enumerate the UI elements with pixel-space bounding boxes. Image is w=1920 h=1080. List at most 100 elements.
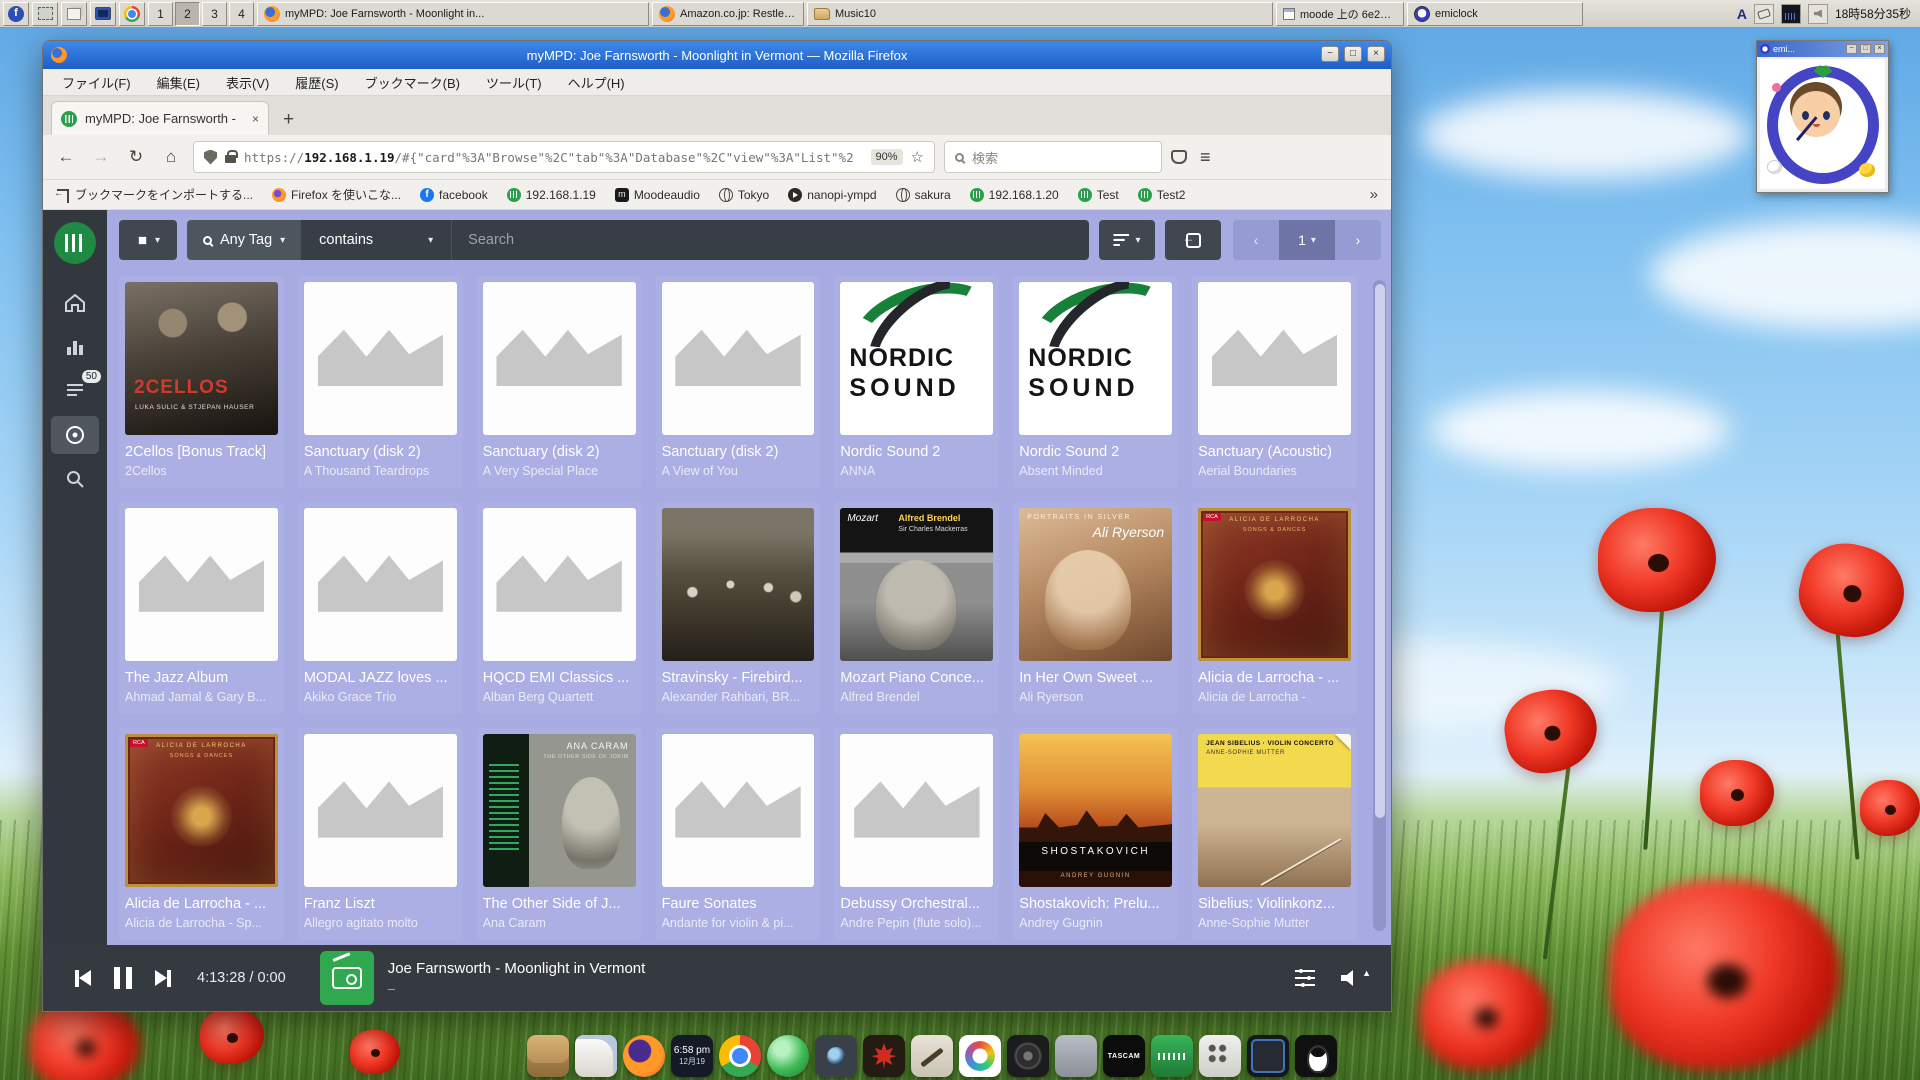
mympd-logo[interactable] [54,222,96,264]
album-card[interactable]: ANA CARAMTHE OTHER SIDE OF JOBIMThe Othe… [477,728,642,940]
sidebar-item-home[interactable] [51,284,99,322]
firefox-titlebar[interactable]: myMPD: Joe Farnsworth - Moonlight in Ver… [43,41,1391,69]
pause-button[interactable] [103,958,143,998]
dock-icon-file-manager[interactable] [575,1035,617,1077]
database-search-input[interactable]: Search [451,220,1089,260]
menu-item[interactable]: ファイル(F) [49,73,144,92]
bookmark-item[interactable]: Tokyo [719,186,769,203]
scrollbar-track[interactable] [1373,280,1386,931]
next-track-button[interactable] [143,958,183,998]
sidebar-item-browse[interactable] [51,416,99,454]
bookmark-item[interactable]: Test [1078,186,1119,203]
album-card[interactable]: Sanctuary (disk 2)A Very Special Place [477,276,642,488]
album-card[interactable]: ALICIA DE LARROCHASONGS & DANCESAlicia d… [1192,502,1357,714]
menu-item[interactable]: 編集(E) [144,73,213,92]
menu-item[interactable]: ツール(T) [473,73,555,92]
album-card[interactable]: PORTRAITS IN SILVERAli RyersonIn Her Own… [1013,502,1178,714]
taskbar-window-button[interactable]: Music10 [807,2,1273,26]
display-settings-launcher[interactable] [90,2,116,26]
album-card[interactable]: The Jazz AlbumAhmad Jamal & Gary B... [119,502,284,714]
dock-icon-archive[interactable] [527,1035,569,1077]
taskbar-window-button[interactable]: moode 上の 6e24-5d74__ [1276,2,1404,26]
album-card[interactable]: HQCD EMI Classics ...Alban Berg Quartett [477,502,642,714]
match-select[interactable]: contains ▾ [301,220,451,260]
emiclock-maximize-button[interactable]: □ [1860,44,1871,54]
taskbar-window-button[interactable]: myMPD: Joe Farnsworth - Moonlight in... [257,2,649,26]
dock-icon-tascam[interactable]: TASCAM [1103,1035,1145,1077]
chrome-launcher[interactable] [119,2,145,26]
bookmark-item[interactable]: ブックマークをインポートする... [56,186,253,203]
bookmark-item[interactable]: Moodeaudio [615,186,700,203]
album-card[interactable]: Franz LisztAllegro agitato molto [298,728,463,940]
forward-button[interactable]: → [88,147,114,167]
tracking-shield-icon[interactable] [204,150,217,165]
hamburger-menu-icon[interactable]: ≡ [1196,147,1215,168]
sort-button[interactable]: ▾ [1099,220,1155,260]
dock-icon-package[interactable] [1055,1035,1097,1077]
album-card[interactable]: MozartAlfred BrendelSir Charles Mackerra… [834,502,999,714]
taskbar-clock[interactable]: 18時58分35秒 [1835,5,1911,22]
dock-icon-monitor[interactable] [1247,1035,1289,1077]
file-copy-launcher[interactable] [61,2,87,26]
tray-levels-icon[interactable] [1781,4,1801,24]
workspace-button-4[interactable]: 4 [229,2,254,26]
lock-warning-icon[interactable] [225,155,236,163]
volume-control[interactable]: ▲ [1341,970,1371,986]
reload-button[interactable]: ↻ [123,147,149,167]
dock-icon-media-player[interactable] [1007,1035,1049,1077]
workspace-button-1[interactable]: 1 [148,2,173,26]
album-card[interactable]: Sanctuary (Acoustic)Aerial Boundaries [1192,276,1357,488]
dock-icon-pen-tool[interactable] [911,1035,953,1077]
bookmark-item[interactable]: 192.168.1.20 [970,186,1059,203]
tray-volume-icon[interactable] [1808,4,1828,24]
bookmark-item[interactable]: facebook [420,186,488,203]
bookmark-item[interactable]: 192.168.1.19 [507,186,596,203]
bookmark-item[interactable]: Firefox を使いこな... [272,186,401,203]
new-tab-button[interactable]: + [275,109,302,135]
workspace-button-3[interactable]: 3 [202,2,227,26]
tag-filter-button[interactable]: Any Tag ▾ [187,220,301,260]
album-card[interactable]: Sanctuary (disk 2)A Thousand Teardrops [298,276,463,488]
maximize-button[interactable]: □ [1344,46,1362,62]
minimize-button[interactable]: − [1321,46,1339,62]
album-card[interactable]: Sanctuary (disk 2)A View of You [656,276,821,488]
input-method-indicator[interactable]: A [1737,6,1747,22]
dock-icon-calculator[interactable] [1199,1035,1241,1077]
url-text[interactable]: https://192.168.1.19/#{"card"%3A"Browse"… [244,150,863,165]
menu-item[interactable]: ブックマーク(B) [352,73,473,92]
previous-track-button[interactable] [63,958,103,998]
view-settings-button[interactable]: ▾ [119,220,177,260]
now-playing-art[interactable] [320,951,374,1005]
sidebar-item-playback[interactable] [51,328,99,366]
dock-icon-green-orb[interactable] [767,1035,809,1077]
album-card[interactable]: MODAL JAZZ loves ...Akiko Grace Trio [298,502,463,714]
playback-settings-icon[interactable] [1295,970,1315,986]
tab-mympd[interactable]: myMPD: Joe Farnsworth - × [51,101,269,135]
fedora-menu-launcher[interactable] [3,2,29,26]
bookmark-item[interactable]: nanopi-ympd [788,186,876,203]
album-card[interactable]: SHOSTAKOVICHANDREY GUGNINShostakovich: P… [1013,728,1178,940]
album-card[interactable]: Stravinsky - Firebird...Alexander Rahbar… [656,502,821,714]
sidebar-item-search[interactable] [51,460,99,498]
pocket-icon[interactable] [1171,150,1187,164]
tab-close-icon[interactable]: × [252,112,259,126]
url-bar[interactable]: https://192.168.1.19/#{"card"%3A"Browse"… [193,141,935,173]
screenshot-tool-launcher[interactable] [32,2,58,26]
emiclock-close-button[interactable]: × [1874,44,1885,54]
emiclock-titlebar[interactable]: emi... − □ × [1757,41,1888,57]
dock-icon-firefox[interactable] [623,1035,665,1077]
emiclock-minimize-button[interactable]: − [1846,44,1857,54]
dock-icon-audio-tool[interactable] [1151,1035,1193,1077]
album-card[interactable]: Faure SonatesAndante for violin & pi... [656,728,821,940]
menu-item[interactable]: 履歴(S) [282,73,351,92]
taskbar-window-button[interactable]: emiclock [1407,2,1583,26]
zoom-level-badge[interactable]: 90% [871,149,903,165]
tray-tablet-icon[interactable] [1754,4,1774,24]
close-button[interactable]: × [1367,46,1385,62]
album-card[interactable]: NORDICSOUNDNordic Sound 2ANNA [834,276,999,488]
scrollbar-thumb[interactable] [1375,284,1385,818]
dock-icon-terminal[interactable] [1295,1035,1337,1077]
dock-icon-maple-leaf[interactable] [863,1035,905,1077]
next-page-button[interactable]: › [1335,220,1381,260]
workspace-button-2[interactable]: 2 [175,2,200,26]
